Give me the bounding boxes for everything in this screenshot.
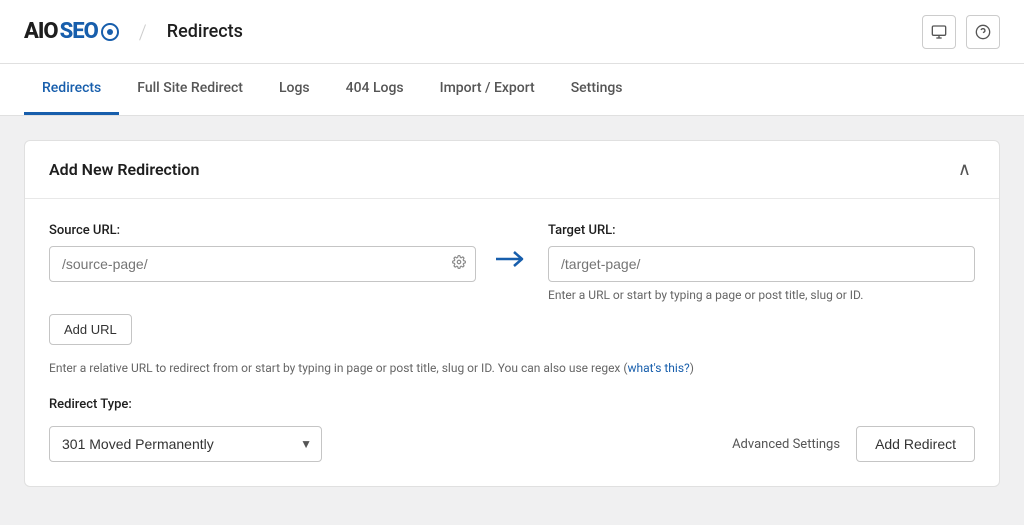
help-icon-button[interactable] (966, 15, 1000, 49)
source-hint-text: Enter a relative URL to redirect from or… (49, 361, 627, 375)
header-divider: / (139, 20, 147, 44)
logo-aio-text: AIO (24, 19, 58, 44)
source-url-label: Source URL: (49, 223, 476, 238)
tabs-bar: Redirects Full Site Redirect Logs 404 Lo… (0, 64, 1024, 116)
tab-settings[interactable]: Settings (553, 64, 641, 115)
source-url-input-wrapper (49, 246, 476, 282)
bottom-row: Redirect Type: 301 Moved Permanently 302… (49, 397, 975, 462)
logo-seo-text: SEO (60, 19, 98, 44)
source-url-hint: Enter a relative URL to redirect from or… (49, 359, 975, 377)
source-url-group: Source URL: (49, 223, 476, 282)
redirect-type-select-wrapper: 301 Moved Permanently 302 Found 303 See … (49, 426, 322, 462)
tab-404-logs[interactable]: 404 Logs (328, 64, 422, 115)
monitor-icon-button[interactable] (922, 15, 956, 49)
redirect-type-select[interactable]: 301 Moved Permanently 302 Found 303 See … (49, 426, 322, 462)
source-url-input[interactable] (49, 246, 476, 282)
bottom-right-actions: Advanced Settings Add Redirect (732, 426, 975, 462)
redirect-type-label: Redirect Type: (49, 397, 322, 412)
add-url-button-label: Add URL (64, 322, 117, 337)
target-url-input-wrapper (548, 246, 975, 282)
source-url-gear-icon[interactable] (452, 255, 466, 273)
target-url-group: Target URL: Enter a URL or start by typi… (548, 223, 975, 302)
card-body: Source URL: (25, 199, 999, 486)
whats-this-link[interactable]: what's this? (627, 361, 689, 375)
add-redirection-card: Add New Redirection ∧ Source URL: (24, 140, 1000, 487)
header-left: AIOSEO / Redirects (24, 19, 243, 44)
header-icons (922, 15, 1000, 49)
tab-logs[interactable]: Logs (261, 64, 328, 115)
header-page-title: Redirects (167, 21, 243, 42)
card-title: Add New Redirection (49, 160, 199, 179)
target-url-label: Target URL: (548, 223, 975, 238)
card-collapse-button[interactable]: ∧ (954, 159, 975, 180)
tab-full-site-redirect[interactable]: Full Site Redirect (119, 64, 261, 115)
add-url-row: Add URL Enter a relative URL to redirect… (49, 314, 975, 377)
tabs-container: Redirects Full Site Redirect Logs 404 Lo… (24, 64, 1000, 115)
url-row: Source URL: (49, 223, 975, 302)
source-hint-close: ) (690, 361, 694, 375)
redirect-arrow-icon (496, 249, 528, 269)
card-header: Add New Redirection ∧ (25, 141, 999, 199)
arrow-divider (476, 249, 548, 269)
monitor-icon (931, 24, 947, 40)
logo-icon (101, 23, 119, 41)
tab-redirects[interactable]: Redirects (24, 64, 119, 115)
tab-import-export[interactable]: Import / Export (422, 64, 553, 115)
target-url-hint: Enter a URL or start by typing a page or… (548, 288, 975, 302)
target-url-input[interactable] (548, 246, 975, 282)
advanced-settings-link[interactable]: Advanced Settings (732, 437, 840, 452)
add-url-button[interactable]: Add URL (49, 314, 132, 345)
app-header: AIOSEO / Redirects (0, 0, 1024, 64)
redirect-type-group: Redirect Type: 301 Moved Permanently 302… (49, 397, 322, 462)
main-content: Add New Redirection ∧ Source URL: (0, 116, 1024, 511)
add-redirect-button[interactable]: Add Redirect (856, 426, 975, 462)
help-icon (975, 24, 991, 40)
aioseo-logo: AIOSEO (24, 19, 119, 44)
